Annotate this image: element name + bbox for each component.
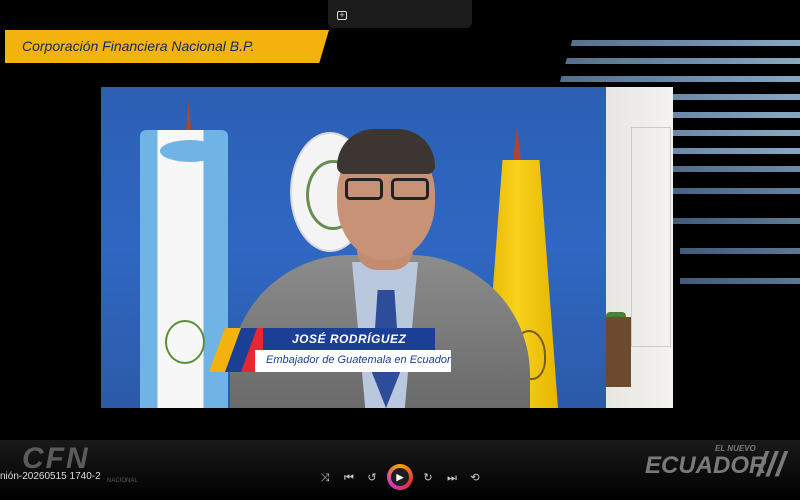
- play-button[interactable]: ▶: [387, 464, 413, 490]
- speaker-name-bar: JOSÉ RODRÍGUEZ: [263, 328, 435, 350]
- organization-name: Corporación Financiera Nacional B.P.: [22, 38, 255, 54]
- repeat-icon[interactable]: ⟲: [468, 470, 482, 486]
- file-name: nión-20260515 1740-2: [0, 471, 101, 482]
- organization-banner: Corporación Financiera Nacional B.P.: [5, 30, 329, 63]
- speaker-glasses: [341, 178, 433, 202]
- previous-icon[interactable]: ⏮: [342, 470, 356, 486]
- picture-in-picture-icon[interactable]: +: [337, 11, 347, 20]
- next-icon[interactable]: ⏭: [446, 470, 458, 486]
- play-icon: ▶: [391, 468, 409, 486]
- shuffle-icon[interactable]: ⤨: [318, 470, 332, 486]
- office-wall: [606, 87, 673, 408]
- campaign-logo-slashes: ///: [757, 446, 786, 484]
- speaker-title: Embajador de Guatemala en Ecuador: [266, 354, 451, 366]
- speaker-hair: [337, 129, 435, 174]
- speaker-title-bar: Embajador de Guatemala en Ecuador: [255, 350, 451, 372]
- flag-ribbon: [160, 140, 220, 162]
- forward-30-icon[interactable]: ↻: [420, 470, 436, 486]
- cfn-logo-subtext: NACIONAL: [107, 478, 138, 484]
- rewind-10-icon[interactable]: ↺: [364, 470, 380, 486]
- guatemala-coat-of-arms: [165, 320, 205, 364]
- campaign-logo: ECUADOR: [645, 452, 767, 479]
- top-control-pill[interactable]: +: [328, 0, 472, 28]
- speaker-name: JOSÉ RODRÍGUEZ: [292, 332, 407, 346]
